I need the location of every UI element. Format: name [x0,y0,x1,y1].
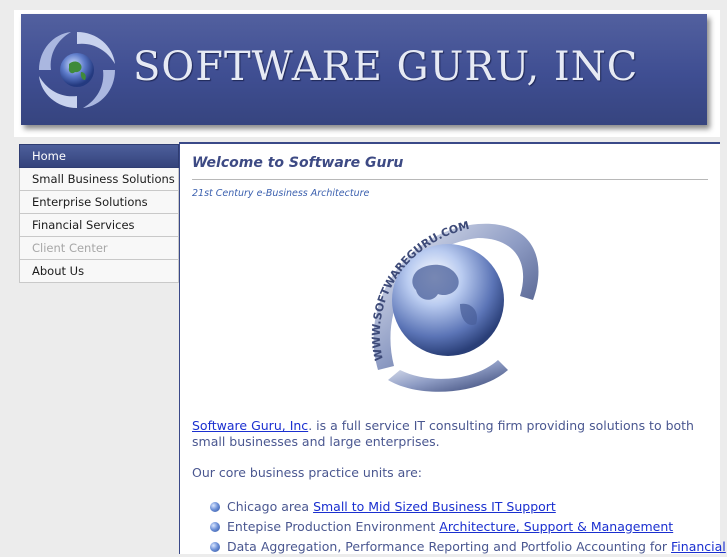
nav-item-small-business-solutions[interactable]: Small Business Solutions [19,168,179,191]
nav-item-client-center: Client Center [19,237,179,260]
list-item: Entepise Production Environment Architec… [210,517,720,537]
nav-item-financial-services[interactable]: Financial Services [19,214,179,237]
page-title: Welcome to Software Guru [192,155,404,171]
core-units-label: Our core business practice units are: [192,465,423,480]
globe-logo-icon: WWW.SOFTWAREGURU.COM [370,220,539,392]
bullet-icon [210,522,220,532]
bullet-icon [210,542,220,552]
header-banner: SOFTWARE GURU, INC [21,14,707,125]
nav-item-about-us[interactable]: About Us [19,260,179,283]
bullet-text: Entepise Production Environment [227,519,440,534]
practice-units-list: Chicago area Small to Mid Sized Business… [210,497,726,557]
intro-paragraph: Software Guru, Inc. is a full service IT… [192,418,712,450]
bullet-icon [210,502,220,512]
architecture-support-link[interactable]: Architecture, Support & Management [439,519,673,534]
list-item: Chicago area Small to Mid Sized Business… [210,497,720,517]
nav-item-home[interactable]: Home [19,144,179,168]
company-link[interactable]: Software Guru, Inc [192,418,308,433]
nav-item-enterprise-solutions[interactable]: Enterprise Solutions [19,191,179,214]
title-divider [192,179,708,180]
bullet-text: Chicago area [227,499,314,514]
page-subtitle: 21st Century e-Business Architecture [192,188,370,199]
main-content: Welcome to Software Guru 21st Century e-… [179,142,726,557]
company-title: SOFTWARE GURU, INC [133,44,639,90]
financial-link[interactable]: Financial [671,539,726,554]
small-business-support-link[interactable]: Small to Mid Sized Business IT Support [313,499,556,514]
sidebar-nav: Home Small Business Solutions Enterprise… [19,144,179,283]
globe-swirl-icon [39,32,115,108]
bullet-text: Data Aggregation, Performance Reporting … [227,539,672,554]
list-item: Data Aggregation, Performance Reporting … [210,537,726,557]
